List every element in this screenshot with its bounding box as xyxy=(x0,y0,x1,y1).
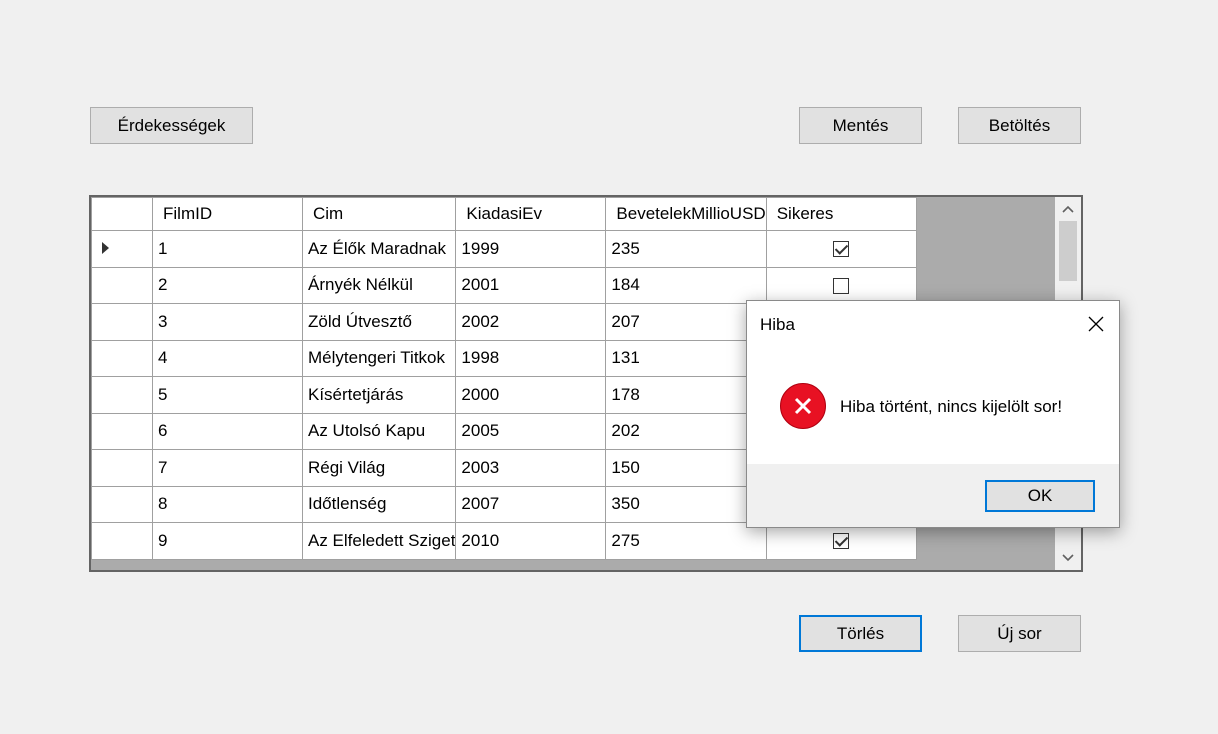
cell-bevetelek[interactable]: 235 xyxy=(605,230,767,268)
cell-kiadasiev[interactable]: 2005 xyxy=(455,412,607,450)
scroll-up-icon[interactable] xyxy=(1055,197,1081,221)
cell-bevetelek[interactable]: 202 xyxy=(605,412,767,450)
cell-cim[interactable]: Zöld Útvesztő xyxy=(301,303,457,341)
cell-filmid[interactable]: 4 xyxy=(152,339,303,377)
column-header-bevetelek[interactable]: BevetelekMillioUSD xyxy=(605,197,767,231)
table-row[interactable]: 2 Árnyék Nélkül 2001 184 xyxy=(91,266,917,304)
cell-kiadasiev[interactable]: 1999 xyxy=(455,230,607,268)
cell-bevetelek[interactable]: 184 xyxy=(605,266,767,304)
new-row-button[interactable]: Új sor xyxy=(958,615,1081,652)
grid-header-row: FilmID Cim KiadasiEv BevetelekMillioUSD … xyxy=(91,197,917,231)
cell-kiadasiev[interactable]: 2003 xyxy=(455,449,607,487)
row-header[interactable] xyxy=(91,266,153,304)
dialog-title: Hiba xyxy=(760,315,795,334)
dialog-message: Hiba történt, nincs kijelölt sor! xyxy=(840,397,1063,416)
dialog-footer: OK xyxy=(747,464,1119,527)
error-icon xyxy=(780,383,826,429)
row-header[interactable] xyxy=(91,376,153,414)
cell-kiadasiev[interactable]: 2010 xyxy=(455,522,607,560)
cell-filmid[interactable]: 5 xyxy=(152,376,303,414)
cell-bevetelek[interactable]: 350 xyxy=(605,485,767,523)
cell-filmid[interactable]: 2 xyxy=(152,266,303,304)
scroll-down-icon[interactable] xyxy=(1055,546,1081,570)
table-row[interactable]: 1 Az Élők Maradnak 1999 235 xyxy=(91,230,917,268)
erdekessegek-button[interactable]: Érdekességek xyxy=(90,107,253,144)
row-header[interactable] xyxy=(91,303,153,341)
row-header[interactable] xyxy=(91,339,153,377)
cell-cim[interactable]: Az Utolsó Kapu xyxy=(301,412,457,450)
cell-bevetelek[interactable]: 131 xyxy=(605,339,767,377)
sikeres-checkbox[interactable] xyxy=(833,241,850,258)
scroll-thumb[interactable] xyxy=(1059,221,1077,281)
cell-kiadasiev[interactable]: 2007 xyxy=(455,485,607,523)
column-header-filmid[interactable]: FilmID xyxy=(152,197,303,231)
cell-sikeres[interactable] xyxy=(765,230,917,268)
cell-bevetelek[interactable]: 178 xyxy=(605,376,767,414)
cell-cim[interactable]: Kísértetjárás xyxy=(301,376,457,414)
column-header-cim[interactable]: Cim xyxy=(301,197,457,231)
cell-cim[interactable]: Az Élők Maradnak xyxy=(301,230,457,268)
cell-filmid[interactable]: 1 xyxy=(152,230,303,268)
cell-cim[interactable]: Árnyék Nélkül xyxy=(301,266,457,304)
cell-kiadasiev[interactable]: 2001 xyxy=(455,266,607,304)
load-button[interactable]: Betöltés xyxy=(958,107,1081,144)
save-button[interactable]: Mentés xyxy=(799,107,922,144)
sikeres-checkbox[interactable] xyxy=(833,277,850,294)
column-header-kiadasiev[interactable]: KiadasiEv xyxy=(455,197,607,231)
current-row-arrow-icon xyxy=(102,241,109,254)
error-dialog: Hiba Hiba történt, nincs kijelölt sor! O… xyxy=(746,300,1120,528)
cell-bevetelek[interactable]: 207 xyxy=(605,303,767,341)
cell-sikeres[interactable] xyxy=(765,266,917,304)
cell-filmid[interactable]: 8 xyxy=(152,485,303,523)
delete-button[interactable]: Törlés xyxy=(799,615,922,652)
cell-cim[interactable]: Régi Világ xyxy=(301,449,457,487)
row-header-corner[interactable] xyxy=(91,197,153,231)
cell-cim[interactable]: Időtlenség xyxy=(301,485,457,523)
cell-filmid[interactable]: 9 xyxy=(152,522,303,560)
cell-cim[interactable]: Mélytengeri Titkok xyxy=(301,339,457,377)
cell-filmid[interactable]: 7 xyxy=(152,449,303,487)
close-icon[interactable] xyxy=(1073,301,1119,347)
cell-filmid[interactable]: 3 xyxy=(152,303,303,341)
sikeres-checkbox[interactable] xyxy=(833,533,850,550)
cell-kiadasiev[interactable]: 1998 xyxy=(455,339,607,377)
column-header-sikeres[interactable]: Sikeres xyxy=(765,197,917,231)
row-header[interactable] xyxy=(91,485,153,523)
ok-button[interactable]: OK xyxy=(985,480,1095,512)
cell-kiadasiev[interactable]: 2002 xyxy=(455,303,607,341)
cell-filmid[interactable]: 6 xyxy=(152,412,303,450)
row-header[interactable] xyxy=(91,230,153,268)
cell-bevetelek[interactable]: 275 xyxy=(605,522,767,560)
cell-cim[interactable]: Az Elfeledett Sziget xyxy=(301,522,457,560)
row-header[interactable] xyxy=(91,522,153,560)
row-header[interactable] xyxy=(91,412,153,450)
cell-bevetelek[interactable]: 150 xyxy=(605,449,767,487)
cell-kiadasiev[interactable]: 2000 xyxy=(455,376,607,414)
row-header[interactable] xyxy=(91,449,153,487)
